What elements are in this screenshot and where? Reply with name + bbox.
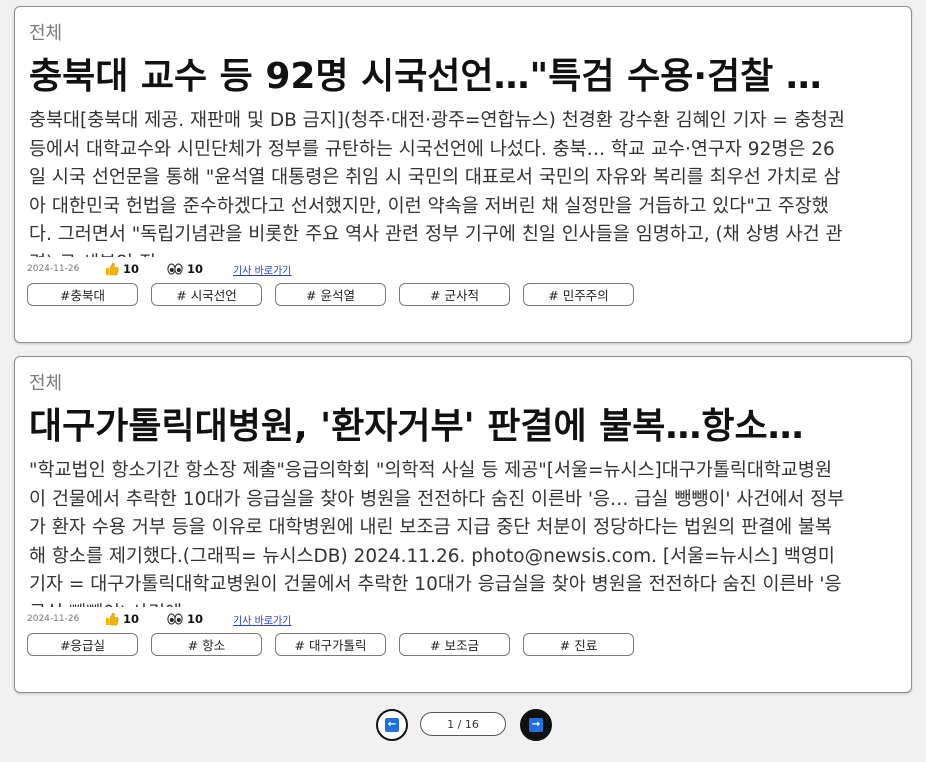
next-page-button[interactable]: →: [520, 709, 552, 741]
article-headline[interactable]: 충북대 교수 등 92명 시국선언…"특검 수용·검찰 …: [29, 51, 889, 103]
like-count[interactable]: 10: [105, 262, 167, 276]
like-count-value: 10: [123, 612, 140, 626]
tag-chip[interactable]: # 윤석열: [275, 283, 386, 306]
thumbs-up-icon: [106, 262, 119, 276]
article-meta: 2024-11-26 10 10 기사 바로가기: [27, 611, 291, 627]
thumbs-up-icon: [106, 612, 119, 626]
view-count-value: 10: [187, 262, 204, 276]
article-body: "학교법인 항소기간 항소장 제출"응급의학회 "의학적 사실 등 제공"[서울…: [29, 460, 845, 607]
tag-chip[interactable]: # 보조금: [399, 633, 510, 656]
tag-chip[interactable]: # 군사적: [399, 283, 510, 306]
article-card[interactable]: 전체 대구가톨릭대병원, '환자거부' 판결에 불복…항소… "학교법인 항소기…: [14, 356, 912, 693]
tag-chip[interactable]: #충북대: [27, 283, 138, 306]
arrow-right-icon: →: [529, 718, 543, 732]
tag-list: #응급실 # 항소 # 대구가톨릭 # 보조금 # 진료: [27, 633, 634, 656]
article-category: 전체: [29, 373, 63, 394]
tag-chip[interactable]: # 대구가톨릭: [275, 633, 386, 656]
article-meta: 2024-11-26 10 10 기사 바로가기: [27, 261, 291, 277]
article-date: 2024-11-26: [27, 264, 80, 274]
arrow-left-icon: ←: [385, 718, 399, 732]
pagination: ← 1 / 16 →: [376, 709, 552, 741]
prev-page-button[interactable]: ←: [376, 709, 408, 741]
tag-chip[interactable]: # 시국선언: [151, 283, 262, 306]
page-indicator: 1 / 16: [420, 712, 506, 736]
article-link[interactable]: 기사 바로가기: [233, 262, 291, 277]
view-count: 10: [167, 612, 229, 626]
article-link[interactable]: 기사 바로가기: [233, 612, 291, 627]
like-count-value: 10: [123, 262, 140, 276]
tag-chip[interactable]: # 항소: [151, 633, 262, 656]
like-count[interactable]: 10: [105, 612, 167, 626]
eyes-icon: [167, 613, 183, 625]
article-date: 2024-11-26: [27, 614, 80, 624]
eyes-icon: [167, 263, 183, 275]
article-category: 전체: [29, 23, 63, 44]
tag-chip[interactable]: # 민주주의: [523, 283, 634, 306]
article-body: 충북대[충북대 제공. 재판매 및 DB 금지](청주·대전·광주=연합뉴스) …: [29, 110, 845, 257]
tag-chip[interactable]: #응급실: [27, 633, 138, 656]
tag-chip[interactable]: # 진료: [523, 633, 634, 656]
view-count-value: 10: [187, 612, 204, 626]
view-count: 10: [167, 262, 229, 276]
article-card[interactable]: 전체 충북대 교수 등 92명 시국선언…"특검 수용·검찰 … 충북대[충북대…: [14, 6, 912, 343]
article-headline[interactable]: 대구가톨릭대병원, '환자거부' 판결에 불복…항소…: [29, 401, 889, 453]
tag-list: #충북대 # 시국선언 # 윤석열 # 군사적 # 민주주의: [27, 283, 634, 306]
